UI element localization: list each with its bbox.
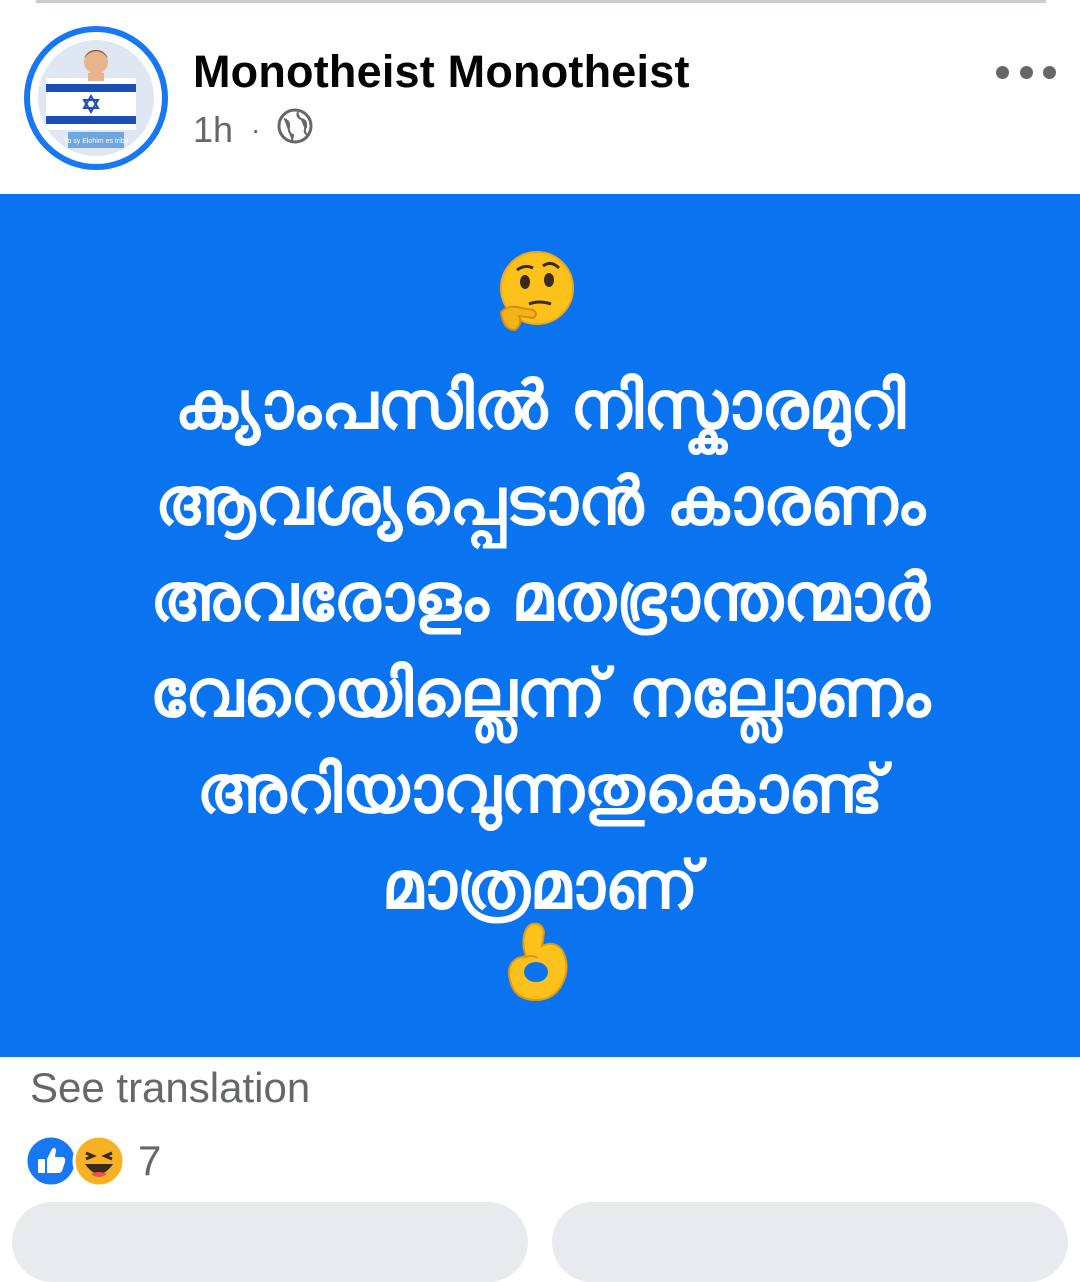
avatar[interactable]: Yo sy Elohim es tribu [24,26,168,170]
post-line: അറിയാവുന്നതുകൊണ്ട് [196,751,884,828]
more-dots-icon[interactable] [996,58,1056,86]
post-body: ക്യാംപസിൽ നിസ്കാരമുറി ആവശ്യപ്പെടാൻ കാരണം… [20,358,1060,934]
like-icon [24,1134,78,1188]
reaction-summary[interactable]: 7 [24,1134,161,1188]
post-line: ക്യാംപസിൽ നിസ്കാരമുറി [174,367,906,444]
thinking-face-icon [495,250,579,334]
comment-action-button[interactable] [552,1202,1068,1282]
meta-separator: · [251,114,261,145]
ok-hand-icon [502,920,572,1004]
see-translation-link[interactable]: See translation [30,1064,310,1112]
globe-icon [276,107,314,154]
post-meta: 1h · [193,108,314,152]
avatar-caption: Yo sy Elohim es tribu [63,138,128,145]
post-line: അവരോളം മതഭ്രാന്തന്മാർ [150,559,930,636]
reaction-count: 7 [138,1137,162,1184]
avatar-image: Yo sy Elohim es tribu [38,40,154,156]
author-name[interactable]: Monotheist Monotheist [193,46,690,98]
post-line: ആവശ്യപ്പെടാൻ കാരണം [154,463,926,540]
post-line: വേറെയില്ലെന്ന് നല്ലോണം [149,655,931,732]
top-divider [36,0,1046,3]
post-time[interactable]: 1h [193,109,233,151]
like-action-button[interactable] [12,1202,528,1282]
haha-icon [72,1134,126,1188]
